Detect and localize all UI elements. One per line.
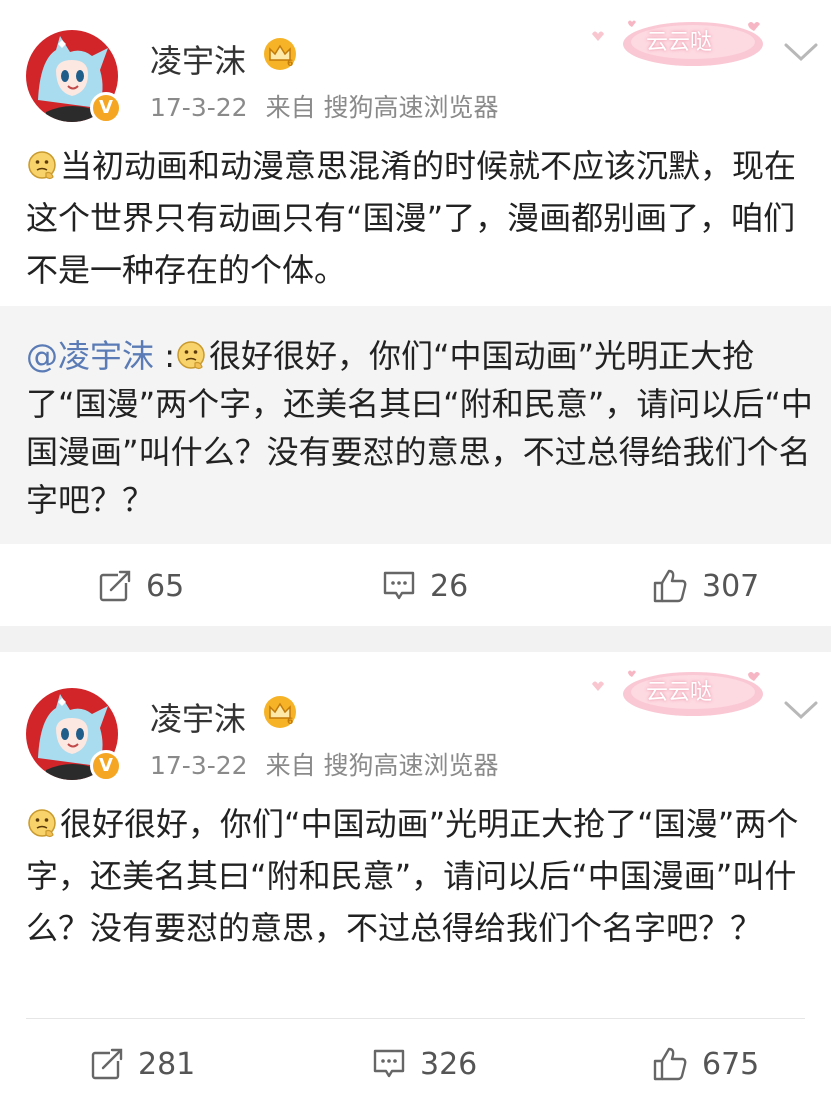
sticker-label: 云云哒 bbox=[646, 680, 713, 705]
post-date: 17-3-22 bbox=[150, 93, 248, 122]
sticker-label: 云云哒 bbox=[646, 30, 713, 55]
action-bar: 65 26 307 bbox=[0, 546, 831, 626]
repost-icon bbox=[90, 1047, 124, 1081]
verified-badge-icon: V bbox=[90, 750, 122, 782]
repost-icon bbox=[98, 569, 132, 603]
repost-button[interactable]: 281 bbox=[90, 1024, 195, 1093]
reposted-content[interactable]: @凌宇沫 : 很好很好，你们“中国动画”光明正大抢了“国漫”两个字，还美名其曰“附… bbox=[0, 306, 831, 544]
post-date: 17-3-22 bbox=[150, 751, 248, 780]
username[interactable]: 凌宇沫 bbox=[150, 36, 246, 82]
avatar[interactable]: V bbox=[26, 30, 122, 124]
like-button[interactable]: 675 bbox=[652, 1024, 759, 1093]
mention-separator: : bbox=[154, 337, 175, 375]
repost-count: 65 bbox=[146, 568, 185, 604]
card-sticker[interactable]: 云云哒 bbox=[588, 662, 768, 722]
post-text: 很好很好，你们“中国动画”光明正大抢了“国漫”两个字，还美名其曰“附和民意”，请… bbox=[26, 798, 816, 954]
like-button[interactable]: 307 bbox=[652, 546, 759, 626]
divider bbox=[26, 1018, 805, 1019]
post-meta: 17-3-22 来自 搜狗高速浏览器 bbox=[150, 88, 499, 124]
post-source: 来自 搜狗高速浏览器 bbox=[265, 93, 499, 122]
mention-link[interactable]: @凌宇沫 bbox=[26, 337, 154, 375]
post-text: 当初动画和动漫意思混淆的时候就不应该沉默，现在这个世界只有动画只有“国漫”了，漫… bbox=[26, 140, 816, 296]
chevron-down-icon[interactable] bbox=[783, 40, 819, 64]
avatar[interactable]: V bbox=[26, 688, 122, 782]
repost-count: 281 bbox=[138, 1046, 196, 1082]
weibo-post: V 凌宇沫 17-3-22 来自 搜狗高速浏览器 云云哒 当初动画和动漫意思混淆的… bbox=[0, 0, 831, 626]
repost-text: @凌宇沫 : 很好很好，你们“中国动画”光明正大抢了“国漫”两个字，还美名其曰“附… bbox=[26, 332, 816, 524]
comment-count: 26 bbox=[430, 568, 469, 604]
thinking-emoji-icon bbox=[175, 340, 207, 372]
repost-button[interactable]: 65 bbox=[98, 546, 184, 626]
thinking-emoji-icon bbox=[26, 150, 58, 182]
post-text-content: 当初动画和动漫意思混淆的时候就不应该沉默，现在这个世界只有动画只有“国漫”了，漫… bbox=[26, 147, 797, 289]
thumbs-up-icon bbox=[652, 568, 688, 604]
post-separator bbox=[0, 626, 831, 652]
like-count: 675 bbox=[702, 1046, 760, 1082]
username[interactable]: 凌宇沫 bbox=[150, 694, 246, 740]
post-text-content: 很好很好，你们“中国动画”光明正大抢了“国漫”两个字，还美名其曰“附和民意”，请… bbox=[26, 805, 799, 947]
verified-badge-icon: V bbox=[90, 92, 122, 124]
vip-crown-icon[interactable] bbox=[262, 36, 298, 72]
vip-crown-icon[interactable] bbox=[262, 694, 298, 730]
post-meta: 17-3-22 来自 搜狗高速浏览器 bbox=[150, 746, 499, 782]
like-count: 307 bbox=[702, 568, 760, 604]
chevron-down-icon[interactable] bbox=[783, 698, 819, 722]
comment-button[interactable]: 326 bbox=[372, 1024, 477, 1093]
comment-count: 326 bbox=[420, 1046, 478, 1082]
post-source: 来自 搜狗高速浏览器 bbox=[265, 751, 499, 780]
comment-icon bbox=[372, 1047, 406, 1081]
comment-icon bbox=[382, 569, 416, 603]
weibo-post: V 凌宇沫 17-3-22 来自 搜狗高速浏览器 云云哒 很好很好，你们“中国动画… bbox=[0, 652, 831, 1093]
comment-button[interactable]: 26 bbox=[382, 546, 468, 626]
thinking-emoji-icon bbox=[26, 808, 58, 840]
card-sticker[interactable]: 云云哒 bbox=[588, 12, 768, 72]
thumbs-up-icon bbox=[652, 1046, 688, 1082]
action-bar: 281 326 675 bbox=[0, 1024, 831, 1093]
